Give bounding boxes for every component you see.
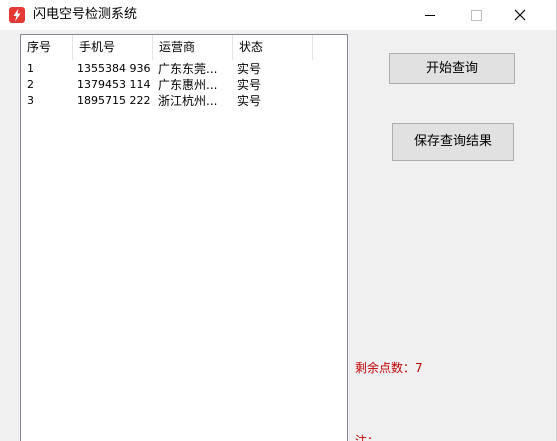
lightning-icon [9, 7, 25, 23]
save-results-button[interactable]: 保存查询结果 [392, 123, 514, 161]
window-title: 闪电空号检测系统 [33, 7, 138, 22]
close-icon [514, 9, 526, 21]
row-index: 3 [27, 94, 34, 107]
row-index: 1 [27, 62, 34, 75]
results-listview[interactable]: 序号 手机号 运营商 状态 1 1355384 936 广东东莞... 实号 2… [20, 34, 348, 441]
maximize-icon [471, 10, 482, 21]
row-phone: 1379453 114 [77, 78, 151, 91]
minimize-button[interactable] [407, 0, 453, 30]
row-status: 实号 [237, 62, 262, 76]
row-status: 实号 [237, 94, 262, 108]
remaining-points: 剩余点数：7 [355, 361, 423, 375]
row-phone: 1895715 222 [77, 94, 151, 107]
column-header-phone[interactable]: 手机号 [73, 35, 153, 60]
row-carrier: 广东惠州... [158, 78, 218, 92]
note-label: 注： [355, 434, 380, 441]
app-window: 闪电空号检测系统 序号 手机号 运营商 状态 1 1355384 936 广东东… [0, 0, 557, 441]
table-row[interactable]: 2 1379453 114 广东惠州... 实号 [21, 77, 321, 93]
row-phone: 1355384 936 [77, 62, 151, 75]
row-carrier: 广东东莞... [158, 62, 218, 76]
column-header-status[interactable]: 状态 [233, 35, 313, 60]
title-bar[interactable]: 闪电空号检测系统 [0, 0, 556, 30]
row-index: 2 [27, 78, 34, 91]
start-query-button[interactable]: 开始查询 [389, 53, 515, 84]
row-status: 实号 [237, 78, 262, 92]
table-row[interactable]: 1 1355384 936 广东东莞... 实号 [21, 61, 321, 77]
column-header-carrier[interactable]: 运营商 [153, 35, 233, 60]
minimize-icon [425, 15, 435, 16]
row-carrier: 浙江杭州... [158, 94, 218, 108]
listview-header: 序号 手机号 运营商 状态 [21, 35, 347, 60]
column-header-index[interactable]: 序号 [21, 35, 73, 60]
close-button[interactable] [499, 0, 545, 30]
maximize-button[interactable] [453, 0, 499, 30]
table-row[interactable]: 3 1895715 222 浙江杭州... 实号 [21, 93, 321, 109]
